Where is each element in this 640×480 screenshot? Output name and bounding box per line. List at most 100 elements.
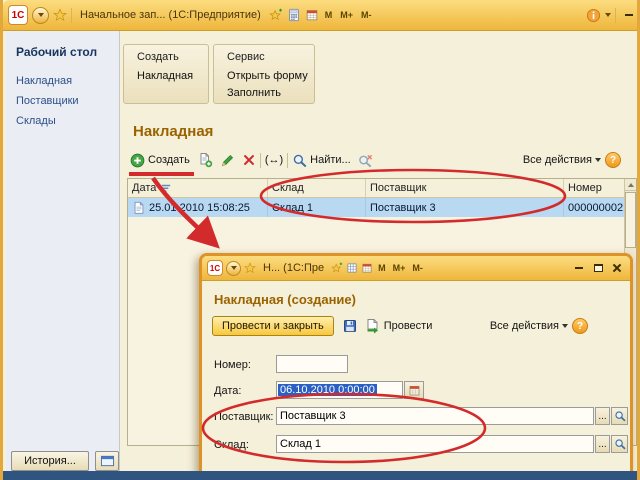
close-icon[interactable] [609,260,625,276]
red-x-icon [242,153,256,167]
column-header-number[interactable]: Номер [564,179,626,197]
column-header-supplier[interactable]: Поставщик [366,179,564,197]
plus-circle-icon [130,153,145,168]
sidebar: Рабочий стол Накладная Поставщики Склады [6,31,120,472]
add-favorite-icon[interactable] [269,8,283,22]
create-button[interactable]: Создать [127,151,193,170]
calendar-icon[interactable] [361,262,373,274]
show-window-button[interactable] [95,451,119,471]
table-row[interactable]: 25.01.2010 15:08:25 Склад 1 Поставщик 3 … [128,198,636,217]
calculator-icon[interactable] [287,8,301,22]
date-interval-button[interactable]: (↔) [262,152,286,168]
app-window: 1С Начальное зап... (1С:Предприятие) M M… [0,0,640,480]
cancel-search-button[interactable] [355,151,376,170]
find-button[interactable]: Найти... [289,151,354,170]
supplier-open-button[interactable] [611,407,628,425]
info-icon[interactable] [586,8,601,23]
number-field-label: Номер: [214,359,251,371]
history-button[interactable]: История... [11,451,89,471]
dialog-logo: 1С [207,260,223,276]
scrollbar-thumb[interactable] [625,192,636,248]
search-cancel-icon [358,153,373,168]
search-icon [614,439,625,450]
date-interval-icon: (↔) [264,154,284,166]
all-actions-button[interactable]: Все действия [520,152,604,168]
memory-m-plus-button[interactable]: M+ [338,9,355,21]
search-icon [614,411,625,422]
help-button[interactable]: ? [605,152,621,168]
add-favorite-icon[interactable] [331,262,343,274]
main-menu-button[interactable] [32,6,49,24]
cell-date: 25.01.2010 15:08:25 [128,198,268,217]
date-input[interactable]: 06.10.2010 0:00:00 [276,381,403,399]
hidden-icons-chevron-icon[interactable] [605,13,611,17]
memory-m-button[interactable]: M [323,9,335,21]
panel-create: Создать Накладная [123,44,209,104]
copy-document-icon [197,152,213,168]
warehouse-select-button[interactable]: ... [595,435,610,453]
restore-icon[interactable] [590,260,606,276]
memory-m-plus-button[interactable]: M+ [391,262,408,274]
post-and-close-button[interactable]: Провести и закрыть [212,316,334,336]
list-heading: Накладная [133,123,214,140]
dialog-heading: Накладная (создание) [214,292,356,307]
sidebar-item-nakladnaya[interactable]: Накладная [6,71,119,91]
supplier-input[interactable] [276,407,594,425]
save-button[interactable] [339,316,361,336]
post-document-icon [367,319,378,334]
search-icon [292,153,307,168]
sidebar-item-postavshchiki[interactable]: Поставщики [6,91,119,111]
favorites-star-icon[interactable] [53,8,67,22]
titlebar-separator [71,7,72,23]
dialog-help-label: ? [576,320,584,332]
supplier-select-button[interactable]: ... [595,407,610,425]
memory-m-minus-button[interactable]: M- [359,9,374,21]
sidebar-item-sklady[interactable]: Склады [6,111,119,131]
post-button-label: Провести [383,320,433,332]
panel-service-item-fill[interactable]: Заполнить [214,85,314,102]
copy-button[interactable] [194,150,216,170]
toolbar-separator [259,152,261,168]
date-picker-button[interactable] [404,381,424,399]
warehouse-input[interactable] [276,435,594,453]
table-header-row: Дата Склад Поставщик Номер [128,179,636,198]
panel-service-item-open-form[interactable]: Открыть форму [214,68,314,85]
memory-m-minus-button[interactable]: M- [410,262,425,274]
bottom-status-strip [3,471,637,480]
panel-service-title: Сервис [227,51,265,63]
minimize-icon[interactable] [620,6,637,24]
date-selected-text: 06.10.2010 0:00:00 [278,384,377,396]
cell-warehouse: Склад 1 [268,198,366,217]
column-header-date[interactable]: Дата [128,179,268,197]
toolbar-separator [287,152,289,168]
list-toolbar: Создать (↔) Найти... Все действия ? [127,148,633,172]
app-logo: 1С [8,5,28,25]
post-button[interactable]: Провести [362,316,436,336]
document-form-dialog: 1С Н... (1С:Пре M M+ M- Накладная (созда… [199,253,633,480]
edit-button[interactable] [217,151,238,170]
dialog-help-button[interactable]: ? [572,318,588,334]
calendar-icon[interactable] [305,8,319,22]
dialog-menu-button[interactable] [226,260,241,276]
chevron-down-icon [562,324,568,328]
annotation-underline [129,172,194,176]
memory-m-button[interactable]: M [376,262,388,274]
grid-icon[interactable] [346,262,358,274]
number-input[interactable] [276,355,348,373]
triangle-up-icon [627,182,634,187]
dialog-title: Н... (1С:Пре [263,262,325,274]
titlebar-separator [615,7,616,23]
delete-button[interactable] [239,151,259,169]
column-header-warehouse[interactable]: Склад [268,179,366,197]
calendar-icon [409,385,419,395]
chevron-down-icon [595,158,601,162]
favorites-star-icon[interactable] [244,262,256,274]
panel-create-item-nakladnaya[interactable]: Накладная [124,68,208,85]
warehouse-open-button[interactable] [611,435,628,453]
panel-service: Сервис Открыть форму Заполнить [213,44,315,104]
scroll-up-button[interactable] [625,179,636,191]
dialog-all-actions-button[interactable]: Все действия [487,318,571,334]
minimize-icon[interactable] [571,260,587,276]
window-title: Начальное зап... (1С:Предприятие) [80,9,261,21]
post-and-close-label: Провести и закрыть [222,320,324,332]
